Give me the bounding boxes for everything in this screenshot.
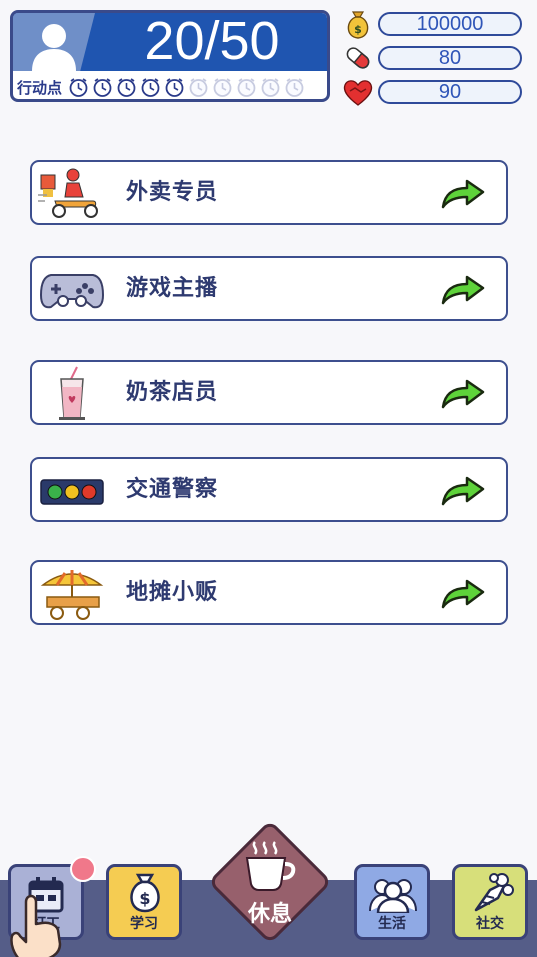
green-arrow-icon[interactable] <box>440 474 486 508</box>
milk-tea-icon <box>59 366 85 420</box>
job-name: 游戏主播 <box>126 276 219 301</box>
nav-rest-content[interactable]: 休息 <box>226 826 314 936</box>
job-item-milk-tea[interactable]: 奶茶店员 <box>30 360 508 425</box>
money-value: 100000 <box>378 12 522 36</box>
job-item-streamer[interactable]: 游戏主播 <box>30 256 508 321</box>
coffee-cup-icon <box>245 841 296 891</box>
alarm-clock-empty-icon <box>261 78 280 97</box>
action-points-value: 20/50 <box>144 11 280 71</box>
tap-hand-icon <box>10 894 62 957</box>
people-group-icon <box>369 879 417 913</box>
delivery-scooter-icon <box>38 168 98 218</box>
alarm-clock-filled-icon <box>165 78 184 97</box>
pill-icon <box>346 47 370 69</box>
job-name: 奶茶店员 <box>126 380 219 405</box>
stat-money: $ 100000 <box>342 8 526 40</box>
job-name: 外卖专员 <box>126 180 219 205</box>
money-bag-icon: $ <box>347 11 369 39</box>
job-name: 地摊小贩 <box>126 580 219 605</box>
heart-handshake-icon <box>343 80 373 106</box>
player-stats: $ 100000 80 90 <box>342 8 526 110</box>
svg-text:$: $ <box>354 23 362 36</box>
alarm-clock-filled-icon <box>69 78 88 97</box>
alarm-clock-empty-icon <box>237 78 256 97</box>
green-arrow-icon[interactable] <box>440 377 486 411</box>
street-stall-icon <box>40 570 104 620</box>
traffic-light-icon <box>40 479 104 505</box>
job-item-street-vendor[interactable]: 地摊小贩 <box>30 560 508 625</box>
nav-rest-label: 休息 <box>247 902 292 927</box>
nav-study-button[interactable]: $ 学习 <box>106 864 182 940</box>
health-value: 80 <box>378 46 522 70</box>
action-points-label: 行动点 <box>17 78 63 97</box>
green-arrow-icon[interactable] <box>440 273 486 307</box>
nav-social-button[interactable]: 社交 <box>452 864 528 940</box>
green-arrow-icon[interactable] <box>440 577 486 611</box>
alarm-clock-empty-icon <box>285 78 304 97</box>
alarm-clock-filled-icon <box>93 78 112 97</box>
alarm-clock-empty-icon <box>189 78 208 97</box>
stat-health: 80 <box>342 42 526 74</box>
action-points-row: 行动点 <box>17 76 305 98</box>
flower-bouquet-icon <box>474 873 514 912</box>
alarm-clock-empty-icon <box>213 78 232 97</box>
stat-mood: 90 <box>342 76 526 108</box>
action-point-clocks <box>68 76 305 98</box>
mood-value: 90 <box>378 80 522 104</box>
green-arrow-icon[interactable] <box>440 177 486 211</box>
gamepad-icon <box>39 274 105 309</box>
nav-social-label: 社交 <box>476 916 504 932</box>
alarm-clock-filled-icon <box>141 78 160 97</box>
nav-life-button[interactable]: 生活 <box>354 864 430 940</box>
svg-text:$: $ <box>139 889 150 908</box>
user-silhouette-icon <box>32 24 76 71</box>
money-bag-icon: $ <box>130 873 160 913</box>
notification-dot <box>70 856 96 882</box>
nav-study-label: 学习 <box>130 916 158 932</box>
alarm-clock-filled-icon <box>117 78 136 97</box>
action-points-panel: 20/50 行动点 <box>10 10 330 102</box>
job-name: 交通警察 <box>126 477 219 502</box>
job-item-delivery[interactable]: 外卖专员 <box>30 160 508 225</box>
nav-life-label: 生活 <box>378 916 406 932</box>
job-item-traffic-police[interactable]: 交通警察 <box>30 457 508 522</box>
